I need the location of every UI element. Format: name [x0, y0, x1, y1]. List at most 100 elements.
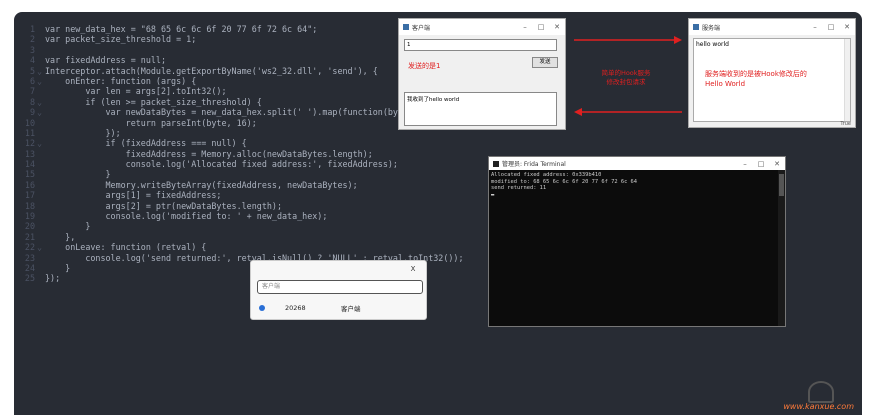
process-select-dialog: X 客户端 20268 客户端	[250, 260, 427, 320]
annotation-line1: 简单的Hook服务	[601, 69, 651, 77]
code-line: 1 var new_data_hex = "68 65 6c 6c 6f 20 7…	[20, 24, 464, 34]
code-text: var len = args[2].toInt32();	[45, 86, 227, 97]
code-text: args[1] = fixedAddress;	[45, 190, 222, 201]
terminal-line: modified to: 68 65 6c 6c 6f 20 77 6f 72 …	[491, 178, 638, 185]
fold-chevron-icon[interactable]	[37, 273, 45, 283]
code-text: Memory.writeByteArray(fixedAddress, newD…	[45, 179, 358, 190]
line-number: 7	[29, 86, 35, 97]
line-number: 15	[24, 169, 35, 180]
fold-chevron-icon[interactable]	[37, 221, 45, 231]
code-text: console.log('modified to: ' + new_data_h…	[45, 211, 328, 222]
code-line: 13 fixedAddress = Memory.alloc(newDataBy…	[20, 149, 464, 159]
dialog-close-button[interactable]: X	[405, 264, 421, 275]
code-text: }	[45, 262, 71, 273]
terminal-scrollbar[interactable]	[778, 170, 785, 326]
send-button[interactable]: 发送	[532, 57, 558, 68]
client-window: 客户端 – □ ✕ 1 发送的是1 发送 我收到了hello world	[398, 18, 566, 130]
fold-chevron-icon[interactable]	[37, 24, 45, 34]
fold-chevron-icon[interactable]	[37, 180, 45, 190]
fold-chevron-icon[interactable]	[37, 55, 45, 65]
code-text: }	[45, 169, 111, 180]
process-name: 客户端	[341, 305, 361, 313]
code-editor[interactable]: 1 var new_data_hex = "68 65 6c 6c 6f 20 7…	[20, 24, 464, 284]
terminal-line: Allocated fixed address: 0x339b410	[491, 172, 602, 178]
fold-chevron-icon[interactable]	[37, 190, 45, 200]
fold-chevron-icon[interactable]: ⌄	[37, 66, 45, 76]
fold-chevron-icon[interactable]	[37, 45, 45, 55]
scrollbar[interactable]	[844, 39, 850, 121]
maximize-icon[interactable]: □	[753, 160, 769, 168]
line-number: 6	[29, 75, 35, 86]
code-text: if (len >= packet_size_threshold) {	[45, 96, 262, 107]
code-text: var new_data_hex = "68 65 6c 6c 6f 20 77…	[45, 24, 318, 34]
server-received-text: hello world	[696, 41, 729, 48]
fold-chevron-icon[interactable]	[37, 128, 45, 138]
minimize-icon[interactable]: –	[737, 160, 753, 168]
code-line: 7 var len = args[2].toInt32();	[20, 86, 464, 96]
fold-chevron-icon[interactable]	[37, 232, 45, 242]
code-text: var newDataBytes = new_data_hex.split(' …	[45, 107, 424, 118]
line-number: 25	[24, 273, 35, 284]
fold-chevron-icon[interactable]: ⌄	[37, 138, 45, 148]
code-line: 19 console.log('modified to: ' + new_dat…	[20, 211, 464, 221]
server-footer: True	[840, 121, 851, 127]
frida-terminal-window: 管理员: Frida Terminal – □ ✕ Allocated fixe…	[488, 156, 786, 327]
send-input[interactable]: 1	[404, 39, 557, 51]
code-text: var fixedAddress = null;	[45, 55, 167, 66]
close-icon[interactable]: ✕	[839, 23, 855, 31]
fold-chevron-icon[interactable]: ⌄	[37, 242, 45, 252]
center-annotation: 简单的Hook服务 修改封包请求	[596, 69, 656, 87]
client-titlebar: 客户端 – □ ✕	[399, 19, 565, 35]
server-red-annotation: 服务端收到的是被Hook修改后的 Hello World	[705, 69, 807, 89]
code-line: 6 ⌄ onEnter: function (args) {	[20, 76, 464, 86]
fold-chevron-icon[interactable]	[37, 86, 45, 96]
fold-chevron-icon[interactable]	[37, 263, 45, 273]
code-text: onEnter: function (args) {	[45, 75, 197, 86]
fold-chevron-icon[interactable]	[37, 149, 45, 159]
line-number: 24	[24, 262, 35, 273]
server-title: 服务端	[702, 24, 721, 32]
maximize-icon[interactable]: □	[533, 23, 549, 31]
fold-chevron-icon[interactable]: ⌄	[37, 97, 45, 107]
terminal-output[interactable]: Allocated fixed address: 0x339b410 modifi…	[489, 170, 785, 200]
minimize-icon[interactable]: –	[517, 23, 533, 31]
code-line: 5 ⌄ Interceptor.attach(Module.getExportByN…	[20, 66, 464, 76]
code-text: args[2] = ptr(newDataBytes.length);	[45, 200, 282, 211]
fold-chevron-icon[interactable]: ⌄	[37, 76, 45, 86]
fold-chevron-icon[interactable]	[37, 34, 45, 44]
terminal-line: ▬	[491, 191, 495, 198]
code-line: 11 });	[20, 128, 464, 138]
fold-chevron-icon[interactable]: ⌄	[37, 107, 45, 117]
line-number: 19	[24, 211, 35, 222]
fold-chevron-icon[interactable]	[37, 169, 45, 179]
line-number: 10	[24, 117, 35, 128]
fold-chevron-icon[interactable]	[37, 211, 45, 221]
line-number: 23	[24, 252, 35, 263]
line-number: 4	[29, 55, 35, 66]
fold-chevron-icon[interactable]	[37, 118, 45, 128]
process-search-input[interactable]: 客户端	[257, 280, 423, 294]
radio-selected-icon[interactable]	[259, 305, 265, 311]
terminal-title: 管理员: Frida Terminal	[502, 161, 566, 168]
client-received-text[interactable]: 我收到了hello world	[404, 92, 557, 126]
fold-chevron-icon[interactable]	[37, 201, 45, 211]
process-list-item[interactable]: 20268 客户端	[259, 303, 419, 313]
code-text: if (fixedAddress === null) {	[45, 138, 247, 149]
minimize-icon[interactable]: –	[807, 23, 823, 31]
maximize-icon[interactable]: □	[823, 23, 839, 31]
line-number: 1	[29, 24, 35, 34]
line-number: 16	[24, 179, 35, 190]
close-icon[interactable]: ✕	[769, 160, 785, 168]
code-text: return parseInt(byte, 16);	[45, 117, 257, 128]
watermark-text: www.kanxue.com	[783, 402, 854, 411]
fold-chevron-icon[interactable]	[37, 253, 45, 263]
server-note-line2: Hello World	[705, 80, 746, 88]
annotation-line2: 修改封包请求	[606, 78, 646, 86]
fold-chevron-icon[interactable]	[37, 159, 45, 169]
code-text: console.log('Allocated fixed address:', …	[45, 159, 398, 170]
close-icon[interactable]: ✕	[549, 23, 565, 31]
code-text: });	[45, 127, 121, 138]
code-line: 15 }	[20, 169, 464, 179]
app-icon	[693, 24, 699, 30]
scroll-thumb[interactable]	[779, 174, 784, 196]
